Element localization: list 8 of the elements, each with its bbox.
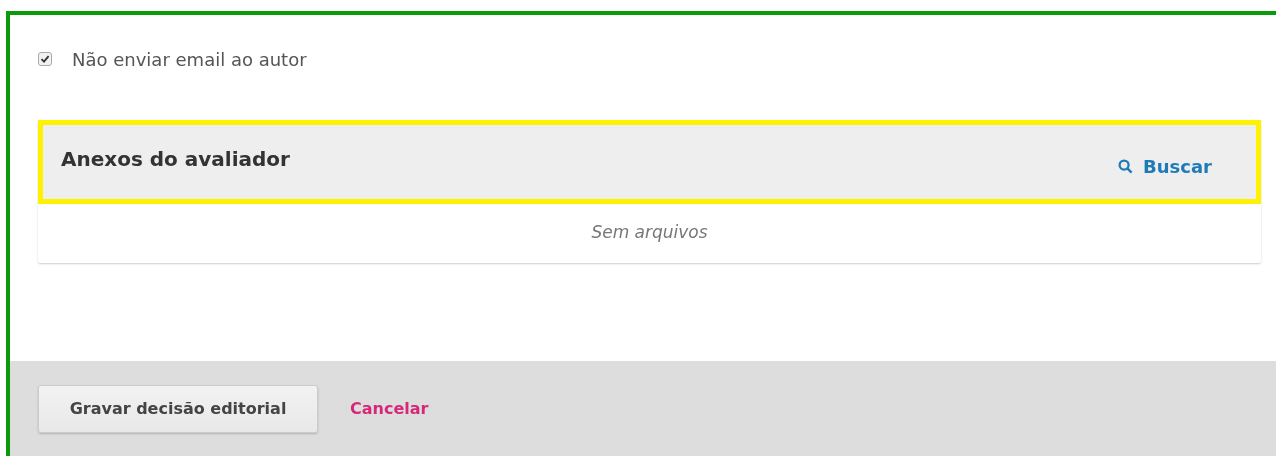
checkbox[interactable] [38,52,52,66]
search-icon [1118,158,1134,174]
cancel-link[interactable]: Cancelar [350,399,429,418]
empty-message: Sem arquivos [590,221,709,244]
checkbox-label: Não enviar email ao autor [72,48,307,70]
panel-title: Anexos do avaliador [61,147,290,173]
save-button[interactable]: Gravar decisão editorial [38,384,318,433]
search-link[interactable]: Buscar [1118,153,1212,179]
